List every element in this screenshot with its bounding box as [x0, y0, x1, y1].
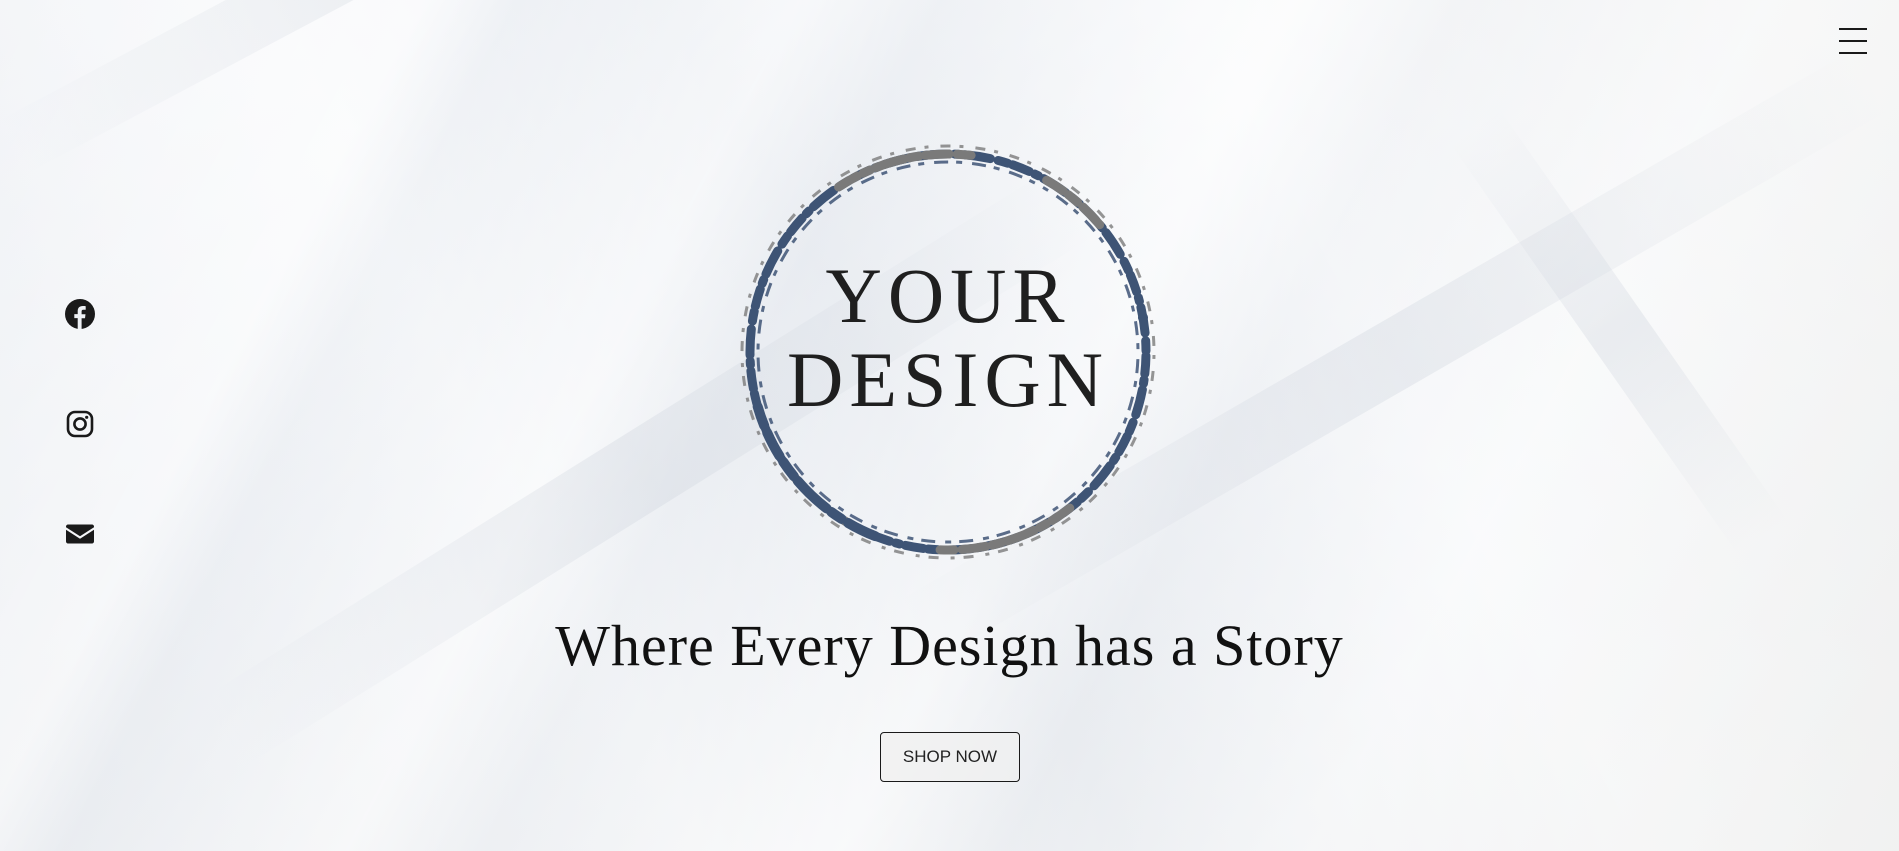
brand-logo: YOUR DESIGN — [732, 136, 1164, 568]
email-icon[interactable] — [64, 518, 96, 550]
menu-bar — [1839, 28, 1867, 30]
social-links — [64, 298, 96, 550]
menu-bar — [1839, 52, 1867, 54]
logo-line-2: DESIGN — [787, 336, 1109, 423]
logo-wordmark: YOUR DESIGN — [732, 254, 1164, 422]
shop-now-button[interactable]: SHOP NOW — [880, 732, 1020, 782]
hero-tagline: Where Every Design has a Story — [555, 613, 1344, 678]
facebook-icon[interactable] — [64, 298, 96, 330]
instagram-icon[interactable] — [64, 408, 96, 440]
logo-line-1: YOUR — [825, 252, 1071, 339]
hamburger-menu-icon[interactable] — [1839, 28, 1867, 54]
menu-bar — [1839, 40, 1867, 42]
